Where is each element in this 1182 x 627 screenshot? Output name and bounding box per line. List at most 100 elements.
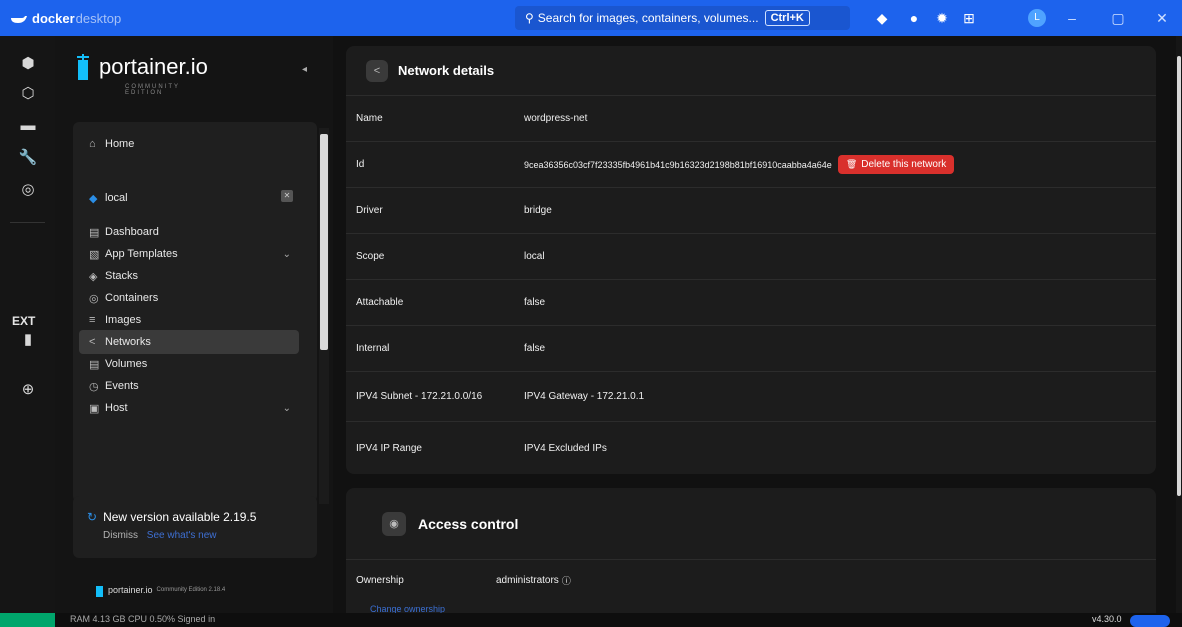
trash-icon: 🗑 (845, 159, 858, 169)
footer-brand: portainer.io Community Edition 2.18.4 (95, 583, 225, 597)
close-icon[interactable]: ✕ (1152, 8, 1172, 28)
brand-docker: docker (32, 10, 75, 26)
host-icon: ▣ (89, 402, 100, 415)
ownership-label: Ownership (356, 574, 404, 586)
title-bar: docker desktop ⚲ Search for images, cont… (0, 0, 1182, 36)
detail-value: IPV4 Gateway - 172.21.0.1 (524, 391, 645, 402)
see-whats-new-link[interactable]: See what's new (147, 530, 217, 541)
detail-row-ipv4-range: IPV4 IP Range IPV4 Excluded IPs (346, 422, 1156, 474)
volumes-icon[interactable]: ▬ (18, 116, 38, 136)
engine-status-indicator[interactable] (0, 613, 55, 627)
builds-wrench-icon[interactable]: 🔧 (18, 148, 38, 168)
ownership-value: administrators ⓘ (496, 574, 571, 587)
images-icon[interactable]: ⬡ (18, 84, 38, 104)
rail-divider (10, 222, 45, 223)
settings-gear-icon[interactable]: ✹ (933, 9, 951, 27)
access-control-card: ◉ Access control Ownership administrator… (346, 488, 1156, 613)
sidebar-item-home[interactable]: ⌂ Home (79, 132, 299, 156)
status-bar: RAM 4.13 GB CPU 0.50% Signed in v4.30.0 (0, 613, 1182, 627)
portainer-logo[interactable]: portainer.io COMMUNITY EDITION (75, 54, 208, 96)
portainer-extension-icon[interactable]: ▮ (18, 330, 38, 350)
docker-left-rail: ⬢ ⬡ ▬ 🔧 ◎ EXT ▮ ⊕ (0, 36, 55, 613)
user-avatar[interactable]: L (1028, 9, 1046, 27)
update-links: Dismiss See what's new (103, 530, 217, 541)
update-title: ↻ New version available 2.19.5 (87, 510, 256, 524)
detail-key: Scope (356, 251, 385, 262)
search-placeholder: Search for images, containers, volumes..… (537, 11, 759, 25)
extensions-label: EXT (12, 314, 36, 328)
detail-row-name: Name wordpress-net (346, 96, 1156, 142)
minimize-icon[interactable]: – (1062, 8, 1082, 28)
sidebar-item-volumes[interactable]: ▤ Volumes (79, 352, 299, 376)
grid-apps-icon[interactable]: ⊞ (960, 9, 978, 27)
delete-network-button[interactable]: 🗑 Delete this network (837, 155, 955, 174)
portainer-logo-text: portainer.io (99, 54, 208, 79)
sidebar-item-events[interactable]: ◷ Events (79, 374, 299, 398)
page-scroll-thumb[interactable] (1177, 56, 1181, 496)
sidebar-item-label: Containers (105, 292, 159, 304)
detail-key: Id (356, 159, 365, 170)
containers-icon: ◎ (89, 292, 99, 305)
sidebar-item-stacks[interactable]: ◈ Stacks (79, 264, 299, 288)
refresh-icon: ↻ (87, 510, 98, 524)
sidebar-item-label: Images (105, 314, 142, 326)
troubleshoot-icon[interactable]: ● (905, 9, 923, 27)
volumes-icon: ▤ (89, 358, 100, 371)
global-search[interactable]: ⚲ Search for images, containers, volumes… (515, 6, 850, 30)
add-extension-icon[interactable]: ⊕ (18, 380, 38, 400)
detail-value: bridge (524, 205, 552, 216)
detail-row-scope: Scope local (346, 234, 1156, 280)
ownership-row: Ownership administrators ⓘ (346, 560, 1156, 600)
detail-key: IPV4 IP Range (356, 442, 422, 454)
change-ownership-link[interactable]: Change ownership (370, 604, 445, 613)
home-icon: ⌂ (89, 138, 96, 150)
images-icon: ≡ (89, 314, 96, 326)
footer-edition: Community Edition 2.18.4 (156, 587, 226, 593)
update-notification: ↻ New version available 2.19.5 Dismiss S… (73, 496, 317, 558)
network-id-text: 9cea36356c03cf7f23335fb4961b41c9b16323d2… (524, 159, 832, 170)
detail-key: Attachable (356, 297, 404, 308)
page-scrollbar[interactable] (1176, 36, 1182, 613)
search-icon: ⚲ (525, 11, 534, 25)
footer-brand-text: portainer.io (108, 585, 153, 595)
close-environment-icon[interactable]: ✕ (281, 190, 293, 202)
dismiss-link[interactable]: Dismiss (103, 530, 138, 541)
sidebar-scrollbar[interactable] (319, 128, 329, 504)
sidebar-item-label: App Templates (105, 248, 178, 260)
sidebar-environment-local[interactable]: ◆ local (79, 186, 299, 210)
notifications-pill[interactable] (1130, 615, 1170, 627)
docker-whale-icon (11, 16, 27, 23)
containers-icon[interactable]: ⬢ (18, 54, 38, 74)
detail-row-internal: Internal false (346, 326, 1156, 372)
sidebar-item-dashboard[interactable]: ▤ Dashboard (79, 220, 299, 244)
scout-icon[interactable]: ◎ (18, 180, 38, 200)
share-network-icon: < (89, 336, 96, 348)
sidebar-item-networks[interactable]: < Networks (79, 330, 299, 354)
collapse-sidebar-icon[interactable]: ◂ (302, 64, 307, 75)
environment-label: local (105, 192, 128, 204)
sidebar-item-host[interactable]: ▣ Host ⌄ (79, 396, 299, 420)
sidebar-item-images[interactable]: ≡ Images (79, 308, 299, 332)
info-icon[interactable]: ⓘ (562, 574, 571, 587)
detail-row-attachable: Attachable false (346, 280, 1156, 326)
sidebar-item-label: Volumes (105, 358, 148, 370)
sidebar-item-label: Networks (105, 336, 151, 348)
sidebar-item-containers[interactable]: ◎ Containers (79, 286, 299, 310)
detail-value: IPV4 Excluded IPs (524, 442, 607, 454)
sidebar-scroll-thumb[interactable] (320, 134, 328, 350)
ownership-value-text: administrators (496, 574, 559, 586)
detail-key: Driver (356, 205, 383, 216)
network-details-header: < Network details (346, 46, 1156, 96)
maximize-icon[interactable]: ▢ (1108, 8, 1128, 28)
access-control-header: ◉ Access control (346, 488, 1156, 560)
detail-key: Name (356, 113, 383, 124)
clock-icon: ◷ (89, 380, 99, 393)
sidebar-item-app-templates[interactable]: ▧ App Templates ⌄ (79, 242, 299, 266)
portainer-crane-icon (96, 586, 103, 597)
dashboard-icon: ▤ (89, 226, 100, 239)
learning-center-icon[interactable]: ◆ (873, 9, 891, 27)
detail-value: false (524, 297, 546, 308)
detail-value: wordpress-net (524, 113, 588, 124)
docker-desktop-brand: docker desktop (10, 11, 121, 26)
portainer-sidebar: portainer.io COMMUNITY EDITION ◂ ⌂ Home … (55, 36, 333, 613)
